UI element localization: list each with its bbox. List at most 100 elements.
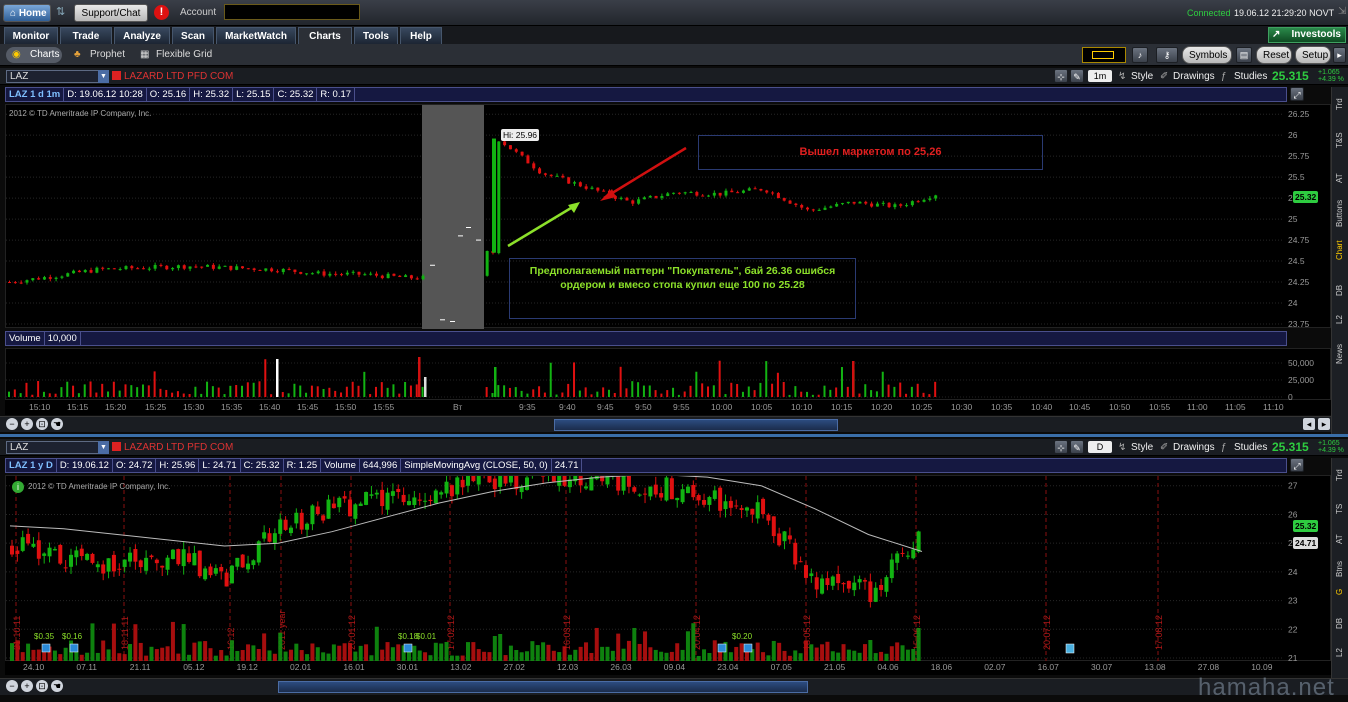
- tab-analyze[interactable]: Analyze: [114, 27, 170, 44]
- side-tab2-db[interactable]: DB: [1332, 608, 1348, 638]
- zoom-fit-icon-2[interactable]: ⊡: [36, 680, 48, 692]
- side-tab2-g[interactable]: G: [1332, 582, 1348, 602]
- info-icon[interactable]: i: [12, 481, 24, 493]
- side-tab-news[interactable]: News: [1332, 337, 1348, 371]
- chart1-symbol-dropdown-icon[interactable]: ▼: [98, 70, 109, 83]
- swap-icon[interactable]: ⇅: [56, 5, 70, 19]
- chart1-maximize-icon[interactable]: ⤢: [1290, 87, 1304, 101]
- chart2-candle-body: [79, 548, 84, 557]
- subtab-prophet[interactable]: Prophet: [90, 48, 125, 62]
- chart2-candle-body: [900, 552, 905, 554]
- chart1-link-icon[interactable]: [112, 71, 121, 80]
- volume-bar: [689, 385, 692, 397]
- volume-bar: [415, 384, 418, 397]
- chart1-candle-body: [206, 264, 210, 267]
- zoom-out-icon-2[interactable]: −: [6, 680, 18, 692]
- chart1-symbol-input[interactable]: LAZ: [6, 70, 106, 83]
- support-chat-button[interactable]: Support/Chat: [74, 4, 148, 22]
- chart2-studies-button[interactable]: Studies: [1234, 442, 1267, 453]
- print-icon[interactable]: ▤: [1236, 47, 1252, 63]
- chart2-scroll-thumb[interactable]: [278, 681, 808, 693]
- chart2-style-button[interactable]: Style: [1131, 442, 1153, 453]
- tab-charts[interactable]: Charts: [298, 27, 352, 44]
- more-icon[interactable]: ▸: [1333, 47, 1346, 63]
- chart1-volume-panel[interactable]: 50,000 25,000 0: [5, 348, 1331, 401]
- volume-bar: [374, 386, 377, 397]
- pan-icon-2[interactable]: ☚: [51, 680, 63, 692]
- investools-button[interactable]: ↗ Investools: [1268, 27, 1346, 43]
- chart2-maximize-icon[interactable]: ⤢: [1290, 458, 1304, 472]
- chart2-volume-bar: [755, 642, 760, 662]
- setup-button[interactable]: Setup: [1295, 46, 1331, 64]
- chart2-drawings-button[interactable]: Drawings: [1173, 442, 1215, 453]
- tab-tools[interactable]: Tools: [354, 27, 398, 44]
- chart1-style-button[interactable]: Style: [1131, 71, 1153, 82]
- tab-help[interactable]: Help: [400, 27, 442, 44]
- chart2-crosshair-icon[interactable]: ⊹: [1054, 440, 1068, 454]
- chart2-wrench-icon[interactable]: ✎: [1070, 440, 1084, 454]
- expand-icon[interactable]: ⇲: [1338, 6, 1346, 17]
- side-tab2-l2[interactable]: L2: [1332, 638, 1348, 668]
- chart2-volume-bar: [10, 643, 14, 662]
- chart1-scrollbar[interactable]: − + ⊡ ☚ ◂ ▸: [0, 416, 1348, 432]
- zoom-fit-icon[interactable]: ⊡: [36, 418, 48, 430]
- zoom-in-icon[interactable]: +: [21, 418, 33, 430]
- side-tab2-at[interactable]: AT: [1332, 524, 1348, 554]
- volume-bar: [310, 385, 313, 397]
- chart1-crosshair-icon[interactable]: ⊹: [1054, 69, 1068, 83]
- side-tab-trd[interactable]: Trd: [1332, 89, 1348, 119]
- chart1-drawings-button[interactable]: Drawings: [1173, 71, 1215, 82]
- alert-icon[interactable]: !: [154, 5, 169, 20]
- subtab-flexible-grid[interactable]: Flexible Grid: [156, 48, 212, 62]
- zoom-in-icon-2[interactable]: +: [21, 680, 33, 692]
- panel-separator[interactable]: [0, 434, 1348, 437]
- side-tab2-trd[interactable]: Trd: [1332, 460, 1348, 490]
- link-icon[interactable]: ⚷: [1156, 47, 1178, 63]
- chart2-candle-body: [203, 568, 208, 580]
- chart1-wrench-icon[interactable]: ✎: [1070, 69, 1084, 83]
- zoom-out-icon[interactable]: −: [6, 418, 18, 430]
- chart2-link-icon[interactable]: [112, 442, 121, 451]
- chart1-period-button[interactable]: 1m: [1088, 70, 1112, 82]
- chart1-scroll-thumb[interactable]: [554, 419, 838, 431]
- bell-icon[interactable]: ♪: [1132, 47, 1148, 63]
- chart2-xtick: 18.06: [930, 662, 953, 672]
- chart1-candle-body: [72, 270, 76, 274]
- scroll-left-icon[interactable]: ◂: [1303, 418, 1315, 430]
- chart2-scrollbar[interactable]: − + ⊡ ☚: [0, 678, 1348, 695]
- chart2-candle-body: [358, 503, 363, 506]
- tab-scan[interactable]: Scan: [172, 27, 214, 44]
- chart2-symbol-dropdown-icon[interactable]: ▼: [98, 441, 109, 454]
- chart2-symbol-input[interactable]: LAZ: [6, 441, 106, 454]
- side-tab-at[interactable]: AT: [1332, 163, 1348, 193]
- chart1-candle-body: [858, 201, 862, 204]
- symbols-button[interactable]: Symbols: [1182, 46, 1232, 64]
- chart2-xtick: 23.04: [717, 662, 739, 672]
- tab-trade[interactable]: Trade: [60, 27, 112, 44]
- side-tab2-ts[interactable]: TS: [1332, 494, 1348, 524]
- scroll-right-icon[interactable]: ▸: [1318, 418, 1330, 430]
- chart1-price-panel[interactable]: 26.252625.7525.525.252524.7524.524.25242…: [5, 104, 1331, 329]
- side-tab-db[interactable]: DB: [1332, 275, 1348, 305]
- chart2-volume-bar: [358, 645, 363, 662]
- side-tab-chart[interactable]: Chart: [1332, 235, 1348, 265]
- home-button[interactable]: ⌂ Home: [3, 4, 51, 22]
- volume-bar: [905, 393, 908, 397]
- chart1-candle-body: [171, 268, 175, 270]
- chart2-period-button[interactable]: D: [1088, 441, 1112, 453]
- reset-button[interactable]: Reset: [1256, 46, 1292, 64]
- chart1-info-high: H: 25.32: [190, 88, 234, 101]
- chart2-price-panel[interactable]: 2726252423222121.10.1118.11.1116.122011 …: [5, 475, 1331, 662]
- pan-icon[interactable]: ☚: [51, 418, 63, 430]
- side-tab-ts[interactable]: T&S: [1332, 125, 1348, 155]
- side-tab-l2[interactable]: L2: [1332, 305, 1348, 335]
- side-tab-buttons[interactable]: Buttons: [1332, 191, 1348, 235]
- side-tab2-btns[interactable]: Btns: [1332, 554, 1348, 584]
- chart2-dividend-label: $0.35: [34, 632, 55, 641]
- chart1-studies-button[interactable]: Studies: [1234, 71, 1267, 82]
- chart1-candle-body: [648, 195, 652, 198]
- tab-monitor[interactable]: Monitor: [4, 27, 58, 44]
- account-selector[interactable]: [224, 4, 360, 20]
- tab-marketwatch[interactable]: MarketWatch: [216, 27, 296, 44]
- chart1-candle-body: [741, 190, 745, 193]
